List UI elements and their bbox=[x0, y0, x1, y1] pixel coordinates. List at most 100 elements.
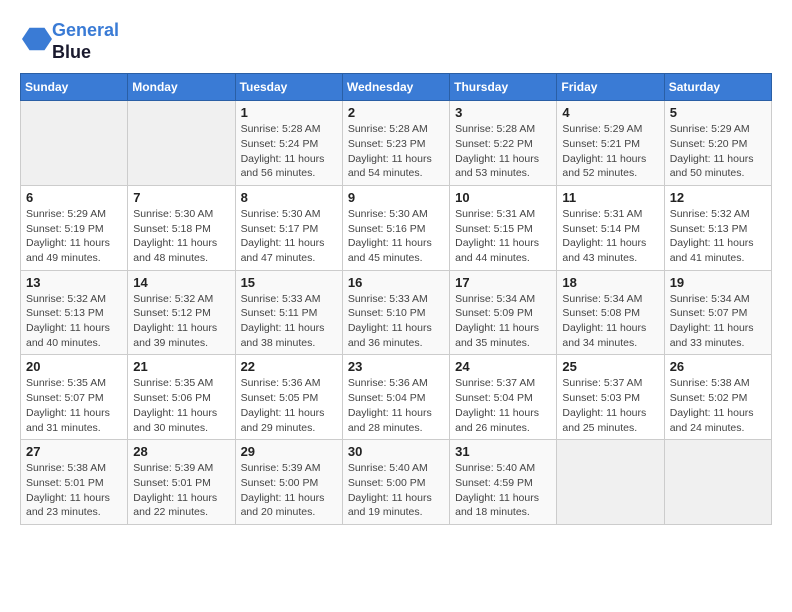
day-content: Sunrise: 5:39 AM Sunset: 5:00 PM Dayligh… bbox=[241, 461, 337, 520]
day-content: Sunrise: 5:40 AM Sunset: 5:00 PM Dayligh… bbox=[348, 461, 444, 520]
day-number: 22 bbox=[241, 359, 337, 374]
calendar-cell: 6 Sunrise: 5:29 AM Sunset: 5:19 PM Daylig… bbox=[21, 185, 128, 270]
calendar-cell: 8 Sunrise: 5:30 AM Sunset: 5:17 PM Daylig… bbox=[235, 185, 342, 270]
day-content: Sunrise: 5:29 AM Sunset: 5:21 PM Dayligh… bbox=[562, 122, 658, 181]
calendar-cell: 26 Sunrise: 5:38 AM Sunset: 5:02 PM Dayli… bbox=[664, 355, 771, 440]
logo-icon bbox=[22, 24, 52, 54]
day-header-tuesday: Tuesday bbox=[235, 74, 342, 101]
day-content: Sunrise: 5:40 AM Sunset: 4:59 PM Dayligh… bbox=[455, 461, 551, 520]
calendar-cell bbox=[664, 440, 771, 525]
day-content: Sunrise: 5:30 AM Sunset: 5:16 PM Dayligh… bbox=[348, 207, 444, 266]
day-number: 26 bbox=[670, 359, 766, 374]
day-content: Sunrise: 5:29 AM Sunset: 5:19 PM Dayligh… bbox=[26, 207, 122, 266]
logo-text: General Blue bbox=[52, 20, 119, 63]
day-content: Sunrise: 5:28 AM Sunset: 5:23 PM Dayligh… bbox=[348, 122, 444, 181]
day-content: Sunrise: 5:31 AM Sunset: 5:14 PM Dayligh… bbox=[562, 207, 658, 266]
calendar-cell: 29 Sunrise: 5:39 AM Sunset: 5:00 PM Dayli… bbox=[235, 440, 342, 525]
calendar-cell: 3 Sunrise: 5:28 AM Sunset: 5:22 PM Daylig… bbox=[450, 101, 557, 186]
day-content: Sunrise: 5:34 AM Sunset: 5:07 PM Dayligh… bbox=[670, 292, 766, 351]
calendar-cell: 22 Sunrise: 5:36 AM Sunset: 5:05 PM Dayli… bbox=[235, 355, 342, 440]
calendar-cell: 14 Sunrise: 5:32 AM Sunset: 5:12 PM Dayli… bbox=[128, 270, 235, 355]
calendar-cell: 2 Sunrise: 5:28 AM Sunset: 5:23 PM Daylig… bbox=[342, 101, 449, 186]
calendar-cell: 7 Sunrise: 5:30 AM Sunset: 5:18 PM Daylig… bbox=[128, 185, 235, 270]
day-number: 9 bbox=[348, 190, 444, 205]
day-number: 10 bbox=[455, 190, 551, 205]
day-number: 29 bbox=[241, 444, 337, 459]
calendar-week-2: 6 Sunrise: 5:29 AM Sunset: 5:19 PM Daylig… bbox=[21, 185, 772, 270]
calendar-cell: 21Sunrise: 5:35 AM Sunset: 5:06 PM Dayli… bbox=[128, 355, 235, 440]
calendar-cell: 5 Sunrise: 5:29 AM Sunset: 5:20 PM Daylig… bbox=[664, 101, 771, 186]
day-number: 27 bbox=[26, 444, 122, 459]
calendar-cell: 4 Sunrise: 5:29 AM Sunset: 5:21 PM Daylig… bbox=[557, 101, 664, 186]
day-number: 14 bbox=[133, 275, 229, 290]
calendar-cell bbox=[21, 101, 128, 186]
day-content: Sunrise: 5:30 AM Sunset: 5:18 PM Dayligh… bbox=[133, 207, 229, 266]
calendar-cell: 24 Sunrise: 5:37 AM Sunset: 5:04 PM Dayli… bbox=[450, 355, 557, 440]
calendar-cell: 17 Sunrise: 5:34 AM Sunset: 5:09 PM Dayli… bbox=[450, 270, 557, 355]
day-content: Sunrise: 5:28 AM Sunset: 5:22 PM Dayligh… bbox=[455, 122, 551, 181]
day-number: 5 bbox=[670, 105, 766, 120]
day-number: 20 bbox=[26, 359, 122, 374]
day-header-saturday: Saturday bbox=[664, 74, 771, 101]
calendar-week-5: 27 Sunrise: 5:38 AM Sunset: 5:01 PM Dayli… bbox=[21, 440, 772, 525]
calendar-week-4: 20Sunrise: 5:35 AM Sunset: 5:07 PM Dayli… bbox=[21, 355, 772, 440]
calendar-table: SundayMondayTuesdayWednesdayThursdayFrid… bbox=[20, 73, 772, 525]
day-number: 30 bbox=[348, 444, 444, 459]
day-header-wednesday: Wednesday bbox=[342, 74, 449, 101]
day-number: 4 bbox=[562, 105, 658, 120]
day-content: Sunrise: 5:38 AM Sunset: 5:02 PM Dayligh… bbox=[670, 376, 766, 435]
day-number: 11 bbox=[562, 190, 658, 205]
day-content: Sunrise: 5:32 AM Sunset: 5:12 PM Dayligh… bbox=[133, 292, 229, 351]
day-content: Sunrise: 5:36 AM Sunset: 5:05 PM Dayligh… bbox=[241, 376, 337, 435]
day-number: 15 bbox=[241, 275, 337, 290]
day-content: Sunrise: 5:37 AM Sunset: 5:03 PM Dayligh… bbox=[562, 376, 658, 435]
day-number: 16 bbox=[348, 275, 444, 290]
day-content: Sunrise: 5:33 AM Sunset: 5:11 PM Dayligh… bbox=[241, 292, 337, 351]
day-number: 31 bbox=[455, 444, 551, 459]
day-content: Sunrise: 5:36 AM Sunset: 5:04 PM Dayligh… bbox=[348, 376, 444, 435]
day-content: Sunrise: 5:29 AM Sunset: 5:20 PM Dayligh… bbox=[670, 122, 766, 181]
day-content: Sunrise: 5:31 AM Sunset: 5:15 PM Dayligh… bbox=[455, 207, 551, 266]
day-number: 17 bbox=[455, 275, 551, 290]
day-number: 1 bbox=[241, 105, 337, 120]
day-number: 13 bbox=[26, 275, 122, 290]
calendar-week-1: 1Sunrise: 5:28 AM Sunset: 5:24 PM Daylig… bbox=[21, 101, 772, 186]
day-number: 12 bbox=[670, 190, 766, 205]
calendar-cell: 9 Sunrise: 5:30 AM Sunset: 5:16 PM Daylig… bbox=[342, 185, 449, 270]
calendar-cell: 30 Sunrise: 5:40 AM Sunset: 5:00 PM Dayli… bbox=[342, 440, 449, 525]
calendar-week-3: 13 Sunrise: 5:32 AM Sunset: 5:13 PM Dayli… bbox=[21, 270, 772, 355]
day-content: Sunrise: 5:30 AM Sunset: 5:17 PM Dayligh… bbox=[241, 207, 337, 266]
day-number: 25 bbox=[562, 359, 658, 374]
day-header-thursday: Thursday bbox=[450, 74, 557, 101]
day-number: 2 bbox=[348, 105, 444, 120]
day-number: 6 bbox=[26, 190, 122, 205]
calendar-cell: 1Sunrise: 5:28 AM Sunset: 5:24 PM Daylig… bbox=[235, 101, 342, 186]
calendar-cell: 10 Sunrise: 5:31 AM Sunset: 5:15 PM Dayli… bbox=[450, 185, 557, 270]
day-header-monday: Monday bbox=[128, 74, 235, 101]
calendar-cell: 11 Sunrise: 5:31 AM Sunset: 5:14 PM Dayli… bbox=[557, 185, 664, 270]
day-content: Sunrise: 5:34 AM Sunset: 5:09 PM Dayligh… bbox=[455, 292, 551, 351]
day-content: Sunrise: 5:37 AM Sunset: 5:04 PM Dayligh… bbox=[455, 376, 551, 435]
day-number: 19 bbox=[670, 275, 766, 290]
calendar-header: SundayMondayTuesdayWednesdayThursdayFrid… bbox=[21, 74, 772, 101]
calendar-cell bbox=[557, 440, 664, 525]
day-content: Sunrise: 5:38 AM Sunset: 5:01 PM Dayligh… bbox=[26, 461, 122, 520]
day-header-sunday: Sunday bbox=[21, 74, 128, 101]
day-content: Sunrise: 5:34 AM Sunset: 5:08 PM Dayligh… bbox=[562, 292, 658, 351]
logo: General Blue bbox=[20, 20, 119, 63]
calendar-cell: 20Sunrise: 5:35 AM Sunset: 5:07 PM Dayli… bbox=[21, 355, 128, 440]
day-number: 8 bbox=[241, 190, 337, 205]
day-content: Sunrise: 5:33 AM Sunset: 5:10 PM Dayligh… bbox=[348, 292, 444, 351]
calendar-cell: 18Sunrise: 5:34 AM Sunset: 5:08 PM Dayli… bbox=[557, 270, 664, 355]
day-number: 28 bbox=[133, 444, 229, 459]
calendar-cell bbox=[128, 101, 235, 186]
calendar-cell: 15 Sunrise: 5:33 AM Sunset: 5:11 PM Dayli… bbox=[235, 270, 342, 355]
calendar-cell: 31 Sunrise: 5:40 AM Sunset: 4:59 PM Dayli… bbox=[450, 440, 557, 525]
day-content: Sunrise: 5:32 AM Sunset: 5:13 PM Dayligh… bbox=[26, 292, 122, 351]
day-number: 3 bbox=[455, 105, 551, 120]
day-number: 24 bbox=[455, 359, 551, 374]
day-number: 7 bbox=[133, 190, 229, 205]
day-header-friday: Friday bbox=[557, 74, 664, 101]
calendar-cell: 28Sunrise: 5:39 AM Sunset: 5:01 PM Dayli… bbox=[128, 440, 235, 525]
calendar-cell: 12Sunrise: 5:32 AM Sunset: 5:13 PM Dayli… bbox=[664, 185, 771, 270]
